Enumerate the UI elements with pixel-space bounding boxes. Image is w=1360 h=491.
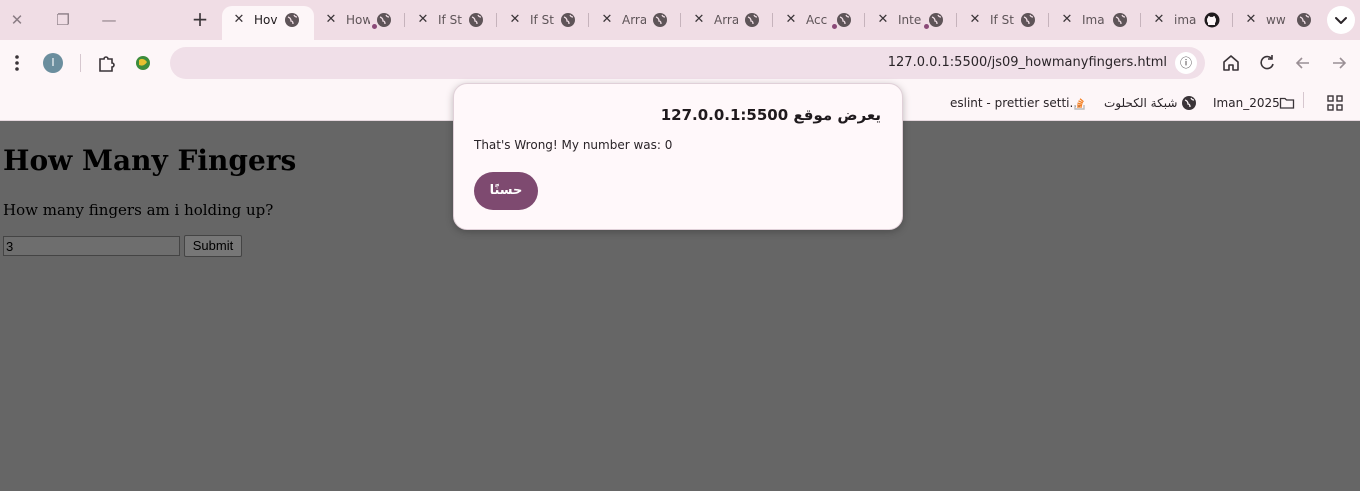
dialog-message: That's Wrong! My number was: 0 xyxy=(474,138,673,152)
tab-title: Arra xyxy=(622,13,646,27)
bookmark-eslint[interactable]: eslint - prettier setti... xyxy=(950,93,1081,113)
extensions-icon[interactable] xyxy=(95,51,119,75)
tab-close-icon[interactable]: ✕ xyxy=(1152,12,1166,28)
tab-close-icon[interactable]: ✕ xyxy=(600,12,614,28)
tab-divider xyxy=(1232,13,1233,27)
tab-close-icon[interactable]: ✕ xyxy=(968,12,982,28)
browser-toolbar: I 127.0.0.1:5500/js09_howmanyfingers.htm… xyxy=(0,40,1360,86)
back-arrow-icon[interactable] xyxy=(1291,51,1315,75)
tab-title: ima xyxy=(1174,13,1197,27)
new-tab-button[interactable]: + xyxy=(186,6,214,34)
forward-arrow-icon[interactable] xyxy=(1327,51,1351,75)
globe-icon xyxy=(1181,95,1197,111)
globe-icon xyxy=(1113,13,1127,27)
tab-divider xyxy=(496,13,497,27)
globe-icon xyxy=(1297,13,1311,27)
submit-button[interactable]: Submit xyxy=(184,235,242,257)
tab-title: ww xyxy=(1266,13,1286,27)
extension-globe-icon[interactable] xyxy=(131,51,155,75)
address-bar-url[interactable]: 127.0.0.1:5500/js09_howmanyfingers.html xyxy=(888,53,1167,73)
tab-divider xyxy=(680,13,681,27)
chevron-down-icon xyxy=(1335,17,1347,24)
tab-title: If St xyxy=(990,13,1014,27)
toolbar-divider xyxy=(80,54,81,72)
browser-tab[interactable]: ✕ If St xyxy=(958,6,1050,34)
browser-tab[interactable]: ✕ Inte xyxy=(866,6,958,34)
globe-icon xyxy=(745,13,759,27)
browser-tab[interactable]: ✕ Arra xyxy=(590,6,682,34)
tab-close-icon[interactable]: ✕ xyxy=(692,12,706,28)
tab-close-icon[interactable]: ✕ xyxy=(508,12,522,28)
home-icon[interactable] xyxy=(1219,51,1243,75)
tab-title: Ima xyxy=(1082,13,1105,27)
tab-close-icon[interactable]: ✕ xyxy=(416,12,430,28)
tab-divider xyxy=(772,13,773,27)
bookmark-iman-2025[interactable]: Iman_2025 xyxy=(1213,93,1280,113)
tab-divider xyxy=(956,13,957,27)
tab-title: Inte xyxy=(898,13,922,27)
folder-icon xyxy=(1279,95,1295,111)
tab-divider xyxy=(864,13,865,27)
tab-title: If St xyxy=(530,13,554,27)
tab-close-icon[interactable]: ✕ xyxy=(876,12,890,28)
browser-tab[interactable]: ✕ Ima xyxy=(1050,6,1142,34)
tab-divider xyxy=(404,13,405,27)
tab-close-icon[interactable]: ✕ xyxy=(1244,12,1258,28)
tab-title: How xyxy=(346,13,370,27)
question-text: How many fingers am i holding up? xyxy=(3,201,274,219)
restore-window-icon[interactable]: ❐ xyxy=(49,6,77,34)
globe-icon xyxy=(285,13,299,27)
globe-icon xyxy=(653,13,667,27)
tab-strip: ✕ ❐ — + ✕ Hov ✕ How ✕ If St ✕ If St ✕ Arra ✕ Arra ✕ A… xyxy=(0,0,1360,40)
tab-title: If St xyxy=(438,13,462,27)
tab-close-icon[interactable]: ✕ xyxy=(1060,12,1074,28)
browser-tab[interactable]: ✕ How xyxy=(314,6,406,34)
globe-icon xyxy=(469,13,483,27)
github-icon xyxy=(1204,12,1220,28)
browser-tab[interactable]: ✕ If St xyxy=(498,6,590,34)
globe-icon xyxy=(377,13,391,27)
tab-divider xyxy=(1048,13,1049,27)
tab-search-button[interactable] xyxy=(1327,6,1355,34)
tab-title: Hov xyxy=(254,13,278,27)
browser-tab[interactable]: ✕ If St xyxy=(406,6,498,34)
tab-activity-dot xyxy=(832,24,837,29)
profile-avatar[interactable]: I xyxy=(43,53,63,73)
answer-input[interactable] xyxy=(3,236,180,256)
bookmarks-divider xyxy=(1303,92,1304,108)
tab-close-icon[interactable]: ✕ xyxy=(232,12,246,28)
menu-kebab-icon[interactable] xyxy=(5,51,29,75)
minimize-window-icon[interactable]: — xyxy=(95,6,123,34)
bookmark-kahlout[interactable]: شبكة الكحلوت xyxy=(1104,93,1177,113)
stackoverflow-icon xyxy=(1072,95,1088,111)
tab-close-icon[interactable]: ✕ xyxy=(784,12,798,28)
tab-close-icon[interactable]: ✕ xyxy=(324,12,338,28)
alert-dialog: يعرض موقع 127.0.0.1:5500 That's Wrong! M… xyxy=(453,83,903,230)
browser-tab[interactable]: ✕ ww xyxy=(1234,6,1326,34)
reload-icon[interactable] xyxy=(1255,51,1279,75)
tab-title: Arra xyxy=(714,13,738,27)
globe-icon xyxy=(561,13,575,27)
tab-activity-dot xyxy=(924,24,929,29)
browser-tab[interactable]: ✕ ima xyxy=(1142,6,1234,34)
close-window-icon[interactable]: ✕ xyxy=(3,6,31,34)
tab-divider xyxy=(588,13,589,27)
page-title: How Many Fingers xyxy=(3,144,297,177)
globe-icon xyxy=(929,13,943,27)
apps-grid-icon[interactable] xyxy=(1327,95,1343,111)
globe-icon xyxy=(837,13,851,27)
globe-icon xyxy=(1021,13,1035,27)
tab-activity-dot xyxy=(372,24,377,29)
dialog-ok-button[interactable]: حسنًا xyxy=(474,172,538,210)
browser-tab[interactable]: ✕ Arra xyxy=(682,6,774,34)
browser-tab[interactable]: ✕ Acc xyxy=(774,6,866,34)
browser-tab[interactable]: ✕ Hov xyxy=(222,6,314,40)
tab-divider xyxy=(1140,13,1141,27)
tab-title: Acc xyxy=(806,13,828,27)
dialog-title: يعرض موقع 127.0.0.1:5500 xyxy=(660,106,881,124)
address-bar[interactable]: 127.0.0.1:5500/js09_howmanyfingers.html … xyxy=(170,47,1205,79)
site-info-icon[interactable]: ⓘ xyxy=(1175,52,1197,74)
